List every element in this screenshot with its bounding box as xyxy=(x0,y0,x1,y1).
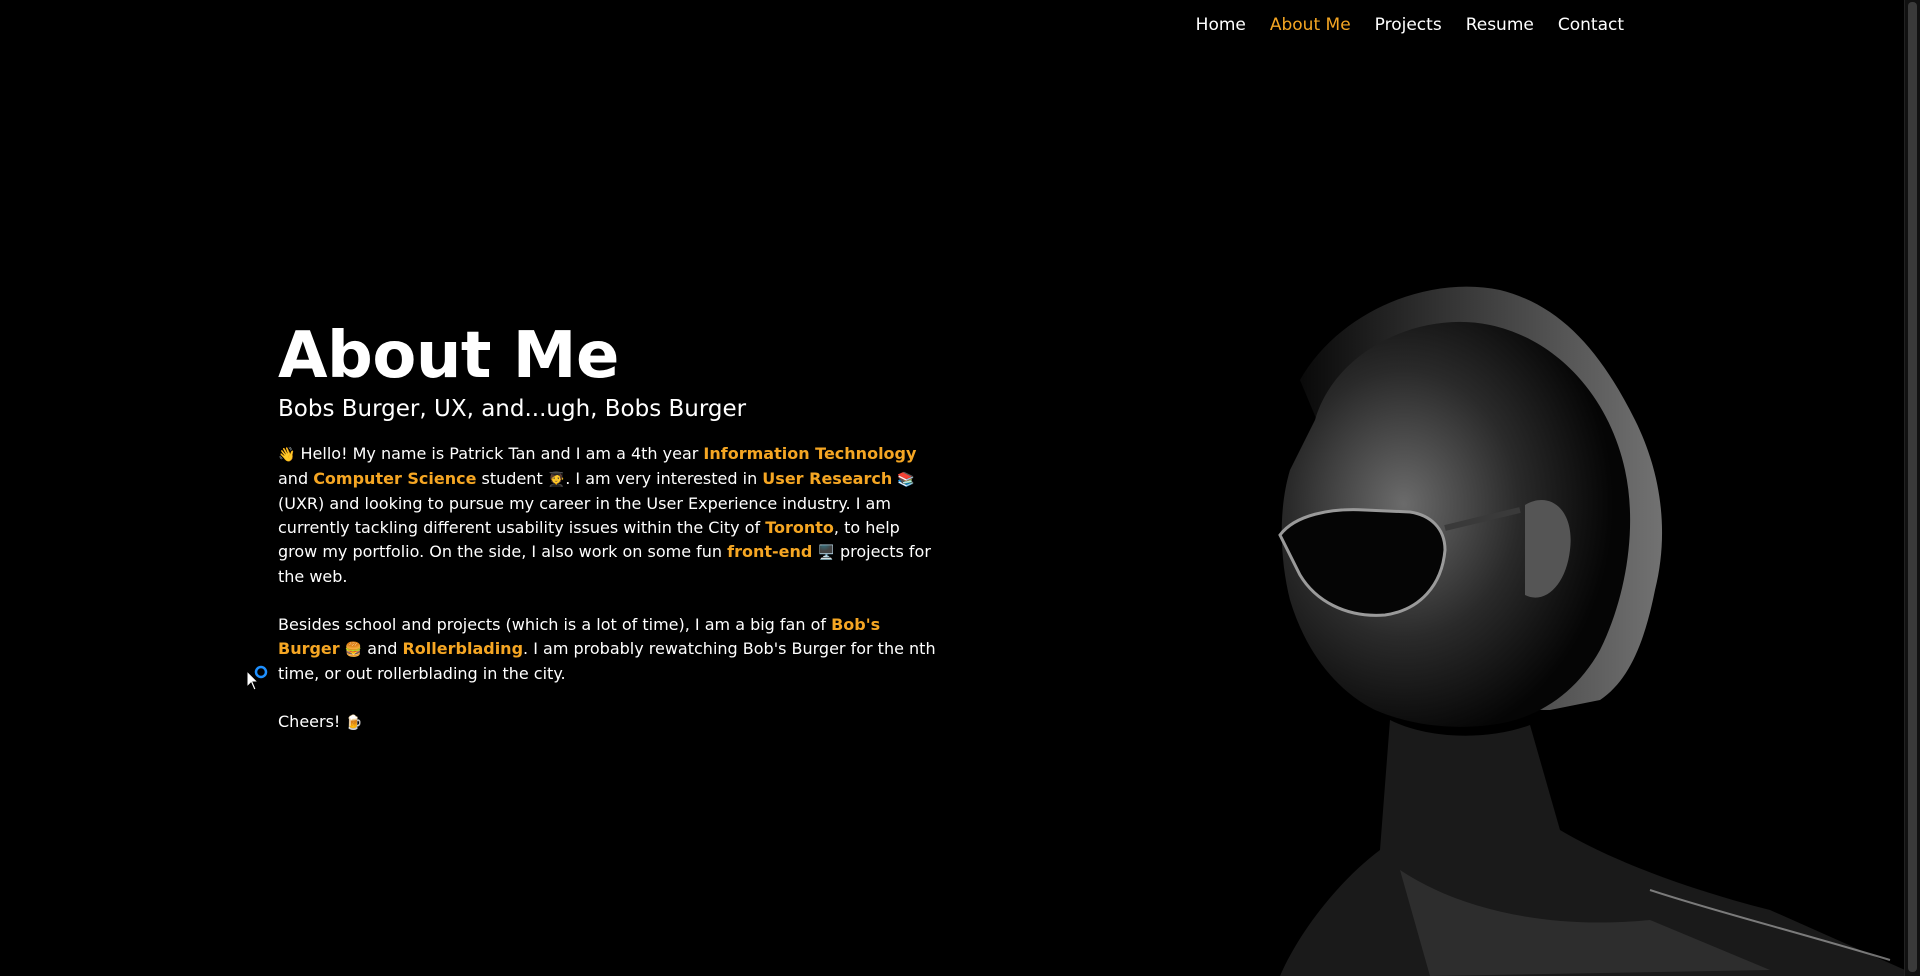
page-scrollbar[interactable] xyxy=(1904,0,1920,976)
highlight-information-technology: Information Technology xyxy=(703,444,917,463)
nav-resume[interactable]: Resume xyxy=(1466,14,1534,36)
scrollbar-thumb[interactable] xyxy=(1908,2,1917,972)
wave-icon: 👋 xyxy=(278,447,296,463)
highlight-toronto: Toronto xyxy=(765,518,834,537)
computer-icon: 🖥️ xyxy=(817,545,835,561)
p3-text-1: Cheers! xyxy=(278,712,346,731)
p1-text-1: Hello! My name is Patrick Tan and I am a… xyxy=(295,444,704,463)
student-icon: 🧑‍🎓 xyxy=(547,472,566,488)
page-title: About Me xyxy=(278,319,619,393)
nav-projects[interactable]: Projects xyxy=(1375,14,1442,36)
top-nav: Home About Me Projects Resume Contact xyxy=(1196,14,1624,36)
p2-text-2: and xyxy=(362,639,403,658)
busy-pointer-icon xyxy=(246,665,268,691)
highlight-rollerblading: Rollerblading xyxy=(402,639,524,658)
highlight-user-research: User Research xyxy=(762,469,893,488)
page-subtitle: Bobs Burger, UX, and...ugh, Bobs Burger xyxy=(278,396,747,422)
beer-icon: 🍺 xyxy=(345,715,363,731)
burger-icon: 🍔 xyxy=(344,642,363,658)
nav-contact[interactable]: Contact xyxy=(1558,14,1624,36)
signoff-paragraph: Cheers! 🍺 xyxy=(278,710,940,735)
about-section: About Me Bobs Burger, UX, and...ugh, Bob… xyxy=(278,318,940,759)
nav-about-me[interactable]: About Me xyxy=(1270,14,1351,36)
p1-text-2: and xyxy=(278,469,314,488)
p2-text-1: Besides school and projects (which is a … xyxy=(278,615,832,634)
p1-text-4: . I am very interested in xyxy=(565,469,763,488)
highlight-front-end: front-end xyxy=(727,542,813,561)
portrait-photo xyxy=(1278,286,1905,976)
intro-paragraph: 👋 Hello! My name is Patrick Tan and I am… xyxy=(278,442,940,589)
page: Home About Me Projects Resume Contact Ab… xyxy=(0,0,1920,976)
p1-text-3: student xyxy=(476,469,548,488)
nav-home[interactable]: Home xyxy=(1196,14,1246,36)
highlight-computer-science: Computer Science xyxy=(313,469,477,488)
books-icon: 📚 xyxy=(897,472,915,488)
hobbies-paragraph: Besides school and projects (which is a … xyxy=(278,613,940,686)
